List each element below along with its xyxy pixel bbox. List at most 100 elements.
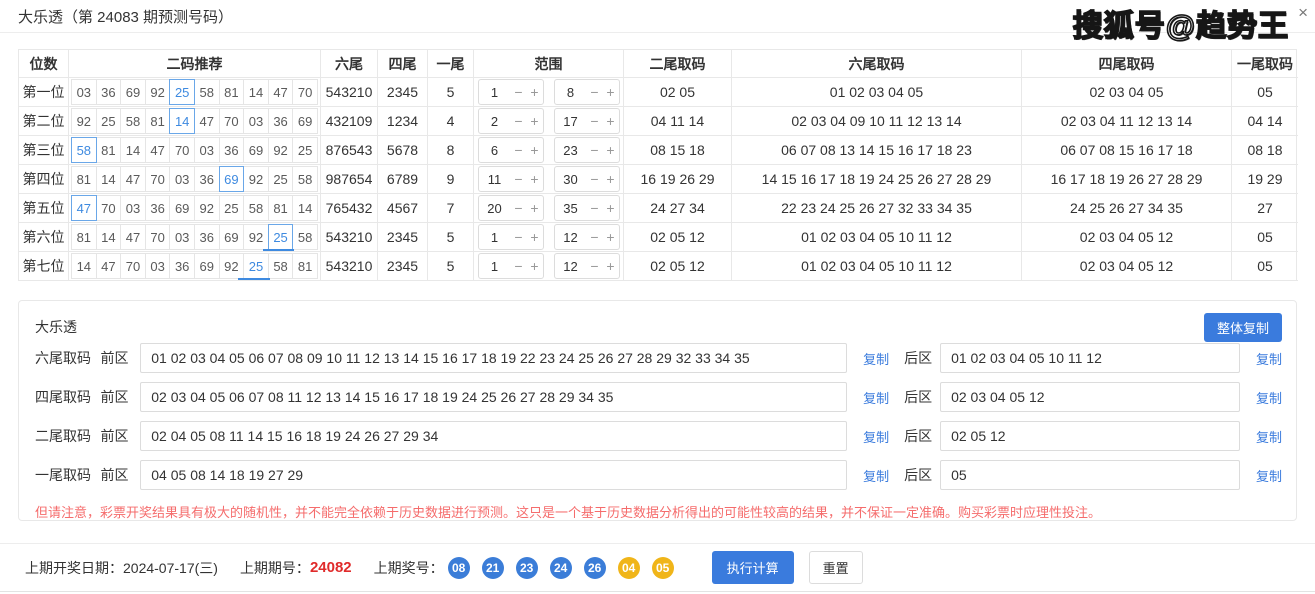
num-cell[interactable]: 03 xyxy=(169,224,195,250)
num-cell[interactable]: 25 xyxy=(243,253,269,279)
plus-icon[interactable]: + xyxy=(527,171,543,187)
num-cell[interactable]: 25 xyxy=(268,166,294,192)
back-zone-input[interactable] xyxy=(940,382,1240,412)
plus-icon[interactable]: + xyxy=(527,258,543,274)
num-cell[interactable]: 69 xyxy=(169,195,195,221)
num-cell[interactable]: 47 xyxy=(194,108,220,134)
reset-button[interactable]: 重置 xyxy=(809,551,863,584)
num-cell[interactable]: 58 xyxy=(292,224,318,250)
num-cell[interactable]: 70 xyxy=(145,166,171,192)
minus-icon[interactable]: − xyxy=(511,171,527,187)
num-cell[interactable]: 14 xyxy=(169,108,195,134)
minus-icon[interactable]: − xyxy=(587,229,603,245)
num-cell[interactable]: 69 xyxy=(194,253,220,279)
copy-front-link[interactable]: 复制 xyxy=(863,427,889,446)
num-cell[interactable]: 47 xyxy=(120,224,146,250)
num-cell[interactable]: 25 xyxy=(96,108,122,134)
num-cell[interactable]: 47 xyxy=(71,195,97,221)
front-zone-input[interactable] xyxy=(140,382,847,412)
close-icon[interactable]: × xyxy=(1298,4,1308,21)
num-cell[interactable]: 36 xyxy=(145,195,171,221)
num-cell[interactable]: 14 xyxy=(96,166,122,192)
minus-icon[interactable]: − xyxy=(587,258,603,274)
num-cell[interactable]: 81 xyxy=(96,137,122,163)
num-cell[interactable]: 25 xyxy=(169,79,195,105)
num-cell[interactable]: 14 xyxy=(292,195,318,221)
num-cell[interactable]: 03 xyxy=(194,137,220,163)
num-cell[interactable]: 81 xyxy=(219,79,245,105)
num-cell[interactable]: 58 xyxy=(194,79,220,105)
num-cell[interactable]: 92 xyxy=(219,253,245,279)
num-cell[interactable]: 03 xyxy=(120,195,146,221)
num-cell[interactable]: 69 xyxy=(292,108,318,134)
minus-icon[interactable]: − xyxy=(511,229,527,245)
minus-icon[interactable]: − xyxy=(587,171,603,187)
num-cell[interactable]: 92 xyxy=(71,108,97,134)
minus-icon[interactable]: − xyxy=(587,200,603,216)
num-cell[interactable]: 81 xyxy=(145,108,171,134)
copy-front-link[interactable]: 复制 xyxy=(863,349,889,368)
num-cell[interactable]: 25 xyxy=(219,195,245,221)
num-cell[interactable]: 47 xyxy=(96,253,122,279)
plus-icon[interactable]: + xyxy=(603,229,619,245)
num-cell[interactable]: 70 xyxy=(169,137,195,163)
copy-back-link[interactable]: 复制 xyxy=(1256,349,1282,368)
num-cell[interactable]: 14 xyxy=(71,253,97,279)
plus-icon[interactable]: + xyxy=(603,84,619,100)
plus-icon[interactable]: + xyxy=(527,113,543,129)
copy-back-link[interactable]: 复制 xyxy=(1256,466,1282,485)
num-cell[interactable]: 36 xyxy=(219,137,245,163)
minus-icon[interactable]: − xyxy=(587,84,603,100)
plus-icon[interactable]: + xyxy=(527,142,543,158)
num-cell[interactable]: 58 xyxy=(268,253,294,279)
num-cell[interactable]: 47 xyxy=(120,166,146,192)
num-cell[interactable]: 47 xyxy=(145,137,171,163)
plus-icon[interactable]: + xyxy=(527,84,543,100)
minus-icon[interactable]: − xyxy=(511,142,527,158)
num-cell[interactable]: 47 xyxy=(268,79,294,105)
num-cell[interactable]: 14 xyxy=(96,224,122,250)
num-cell[interactable]: 69 xyxy=(219,224,245,250)
back-zone-input[interactable] xyxy=(940,343,1240,373)
num-cell[interactable]: 58 xyxy=(243,195,269,221)
copy-front-link[interactable]: 复制 xyxy=(863,388,889,407)
num-cell[interactable]: 69 xyxy=(120,79,146,105)
num-cell[interactable]: 03 xyxy=(243,108,269,134)
num-cell[interactable]: 58 xyxy=(120,108,146,134)
num-cell[interactable]: 81 xyxy=(71,166,97,192)
num-cell[interactable]: 14 xyxy=(243,79,269,105)
num-cell[interactable]: 70 xyxy=(145,224,171,250)
num-cell[interactable]: 69 xyxy=(243,137,269,163)
num-cell[interactable]: 58 xyxy=(292,166,318,192)
minus-icon[interactable]: − xyxy=(511,84,527,100)
copy-back-link[interactable]: 复制 xyxy=(1256,388,1282,407)
front-zone-input[interactable] xyxy=(140,421,847,451)
num-cell[interactable]: 70 xyxy=(219,108,245,134)
copy-back-link[interactable]: 复制 xyxy=(1256,427,1282,446)
plus-icon[interactable]: + xyxy=(603,258,619,274)
copy-all-button[interactable]: 整体复制 xyxy=(1204,313,1282,342)
minus-icon[interactable]: − xyxy=(511,258,527,274)
num-cell[interactable]: 36 xyxy=(169,253,195,279)
back-zone-input[interactable] xyxy=(940,460,1240,490)
minus-icon[interactable]: − xyxy=(587,113,603,129)
minus-icon[interactable]: − xyxy=(587,142,603,158)
plus-icon[interactable]: + xyxy=(603,200,619,216)
num-cell[interactable]: 81 xyxy=(268,195,294,221)
num-cell[interactable]: 36 xyxy=(194,166,220,192)
num-cell[interactable]: 92 xyxy=(268,137,294,163)
num-cell[interactable]: 92 xyxy=(194,195,220,221)
plus-icon[interactable]: + xyxy=(603,171,619,187)
num-cell[interactable]: 69 xyxy=(219,166,245,192)
back-zone-input[interactable] xyxy=(940,421,1240,451)
num-cell[interactable]: 03 xyxy=(145,253,171,279)
plus-icon[interactable]: + xyxy=(603,142,619,158)
num-cell[interactable]: 92 xyxy=(243,224,269,250)
num-cell[interactable]: 36 xyxy=(194,224,220,250)
num-cell[interactable]: 92 xyxy=(145,79,171,105)
front-zone-input[interactable] xyxy=(140,343,847,373)
num-cell[interactable]: 92 xyxy=(243,166,269,192)
plus-icon[interactable]: + xyxy=(527,200,543,216)
num-cell[interactable]: 70 xyxy=(96,195,122,221)
num-cell[interactable]: 70 xyxy=(292,79,318,105)
